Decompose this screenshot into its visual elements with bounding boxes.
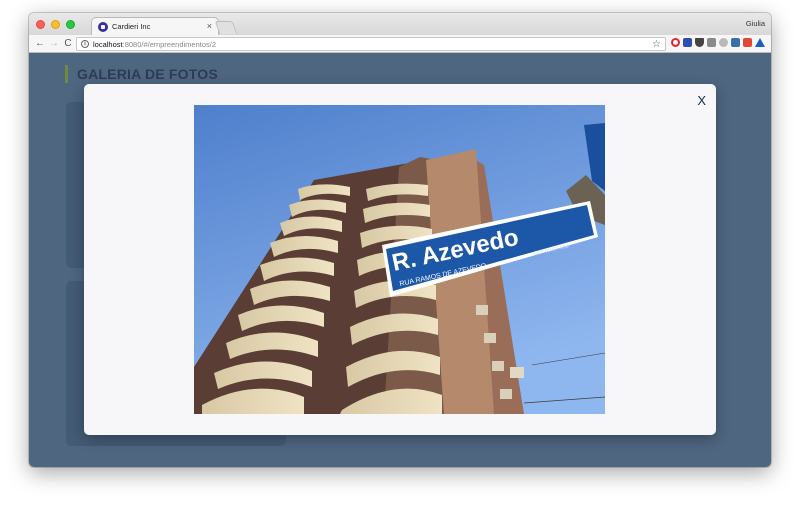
pocket-icon[interactable] xyxy=(695,38,704,47)
photo-modal: X R. Azevedo RUA RAMOS DE AZEVEDO CEP 01… xyxy=(84,84,716,435)
modal-close-button[interactable]: X xyxy=(697,94,706,108)
menu-icon[interactable]: ⋮ xyxy=(768,38,771,47)
extensions-area: ⋮ xyxy=(671,38,771,47)
info-icon[interactable]: i xyxy=(81,40,89,48)
bookmark-star-icon[interactable]: ☆ xyxy=(652,38,661,51)
window-controls xyxy=(36,20,75,29)
opera-icon[interactable] xyxy=(671,38,680,47)
profile-name[interactable]: Giulia xyxy=(746,19,765,28)
url-text[interactable]: localhost:8080/#/empreendimentos/2 xyxy=(93,40,216,49)
new-tab-button[interactable] xyxy=(214,21,238,34)
reload-button[interactable]: C xyxy=(61,37,75,51)
favicon-icon xyxy=(98,21,108,32)
browser-window: Cardieri Inc × Giulia ← → C i localhost:… xyxy=(29,13,771,467)
minimize-window-button[interactable] xyxy=(51,20,60,29)
browser-toolbar: ← → C i localhost:8080/#/empreendimentos… xyxy=(29,35,771,53)
gallery-title: GALERIA DE FOTOS xyxy=(65,65,218,83)
browser-tab[interactable]: Cardieri Inc × xyxy=(91,17,219,35)
tab-title: Cardieri Inc xyxy=(112,22,151,31)
building-street-sign-photo: R. Azevedo RUA RAMOS DE AZEVEDO CEP 0100… xyxy=(194,105,605,414)
store-extension-icon[interactable] xyxy=(743,38,752,47)
forward-button[interactable]: → xyxy=(47,37,61,51)
page-viewport: GALERIA DE FOTOS X R. Azevedo RUA RAMOS … xyxy=(29,53,771,467)
tab-close-icon[interactable]: × xyxy=(207,22,212,31)
people-extension-icon[interactable] xyxy=(731,38,740,47)
maximize-window-button[interactable] xyxy=(66,20,75,29)
url-path: :8080/#/empreendimentos/2 xyxy=(122,39,217,49)
close-window-button[interactable] xyxy=(36,20,45,29)
grid-extension-icon[interactable] xyxy=(707,38,716,47)
back-button[interactable]: ← xyxy=(33,37,47,51)
title-bar: Cardieri Inc × Giulia xyxy=(29,13,771,35)
url-host: localhost xyxy=(93,39,123,49)
address-bar[interactable]: i localhost:8080/#/empreendimentos/2 ☆ xyxy=(76,37,666,51)
drive-icon[interactable] xyxy=(755,38,765,47)
cloud-extension-icon[interactable] xyxy=(719,38,728,47)
info-extension-icon[interactable] xyxy=(683,38,692,47)
gallery-photo: R. Azevedo RUA RAMOS DE AZEVEDO CEP 0100… xyxy=(194,105,605,414)
